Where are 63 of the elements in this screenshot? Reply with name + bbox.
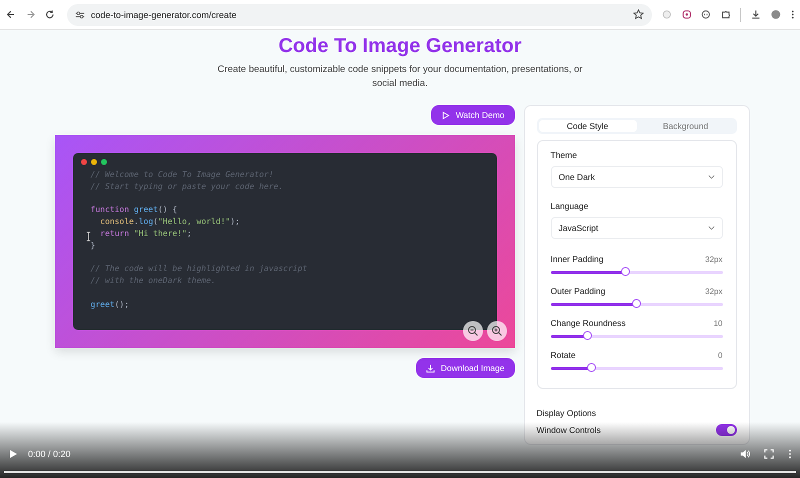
tab[interactable]: Background [636,120,734,132]
forward-icon[interactable] [26,9,36,20]
code-line: function greet() { [90,204,178,216]
volume-icon[interactable] [740,449,750,459]
code-line: // The code will be highlighted in javascript [90,263,308,276]
toggle-label: Window Controls [536,425,601,435]
slider-label: Rotate [550,350,576,360]
more-options-icon[interactable] [788,449,792,459]
bookmark-star-icon[interactable] [632,9,644,20]
slider-label: Inner Padding [550,254,604,264]
reload-icon[interactable] [45,9,55,20]
slider-value: 10 [714,319,722,328]
code-line: return "Hi there!"; [99,228,192,240]
maximize-dot [100,159,106,165]
zoom-in-button[interactable] [486,321,506,341]
watch-demo-button[interactable]: Watch Demo [430,105,514,125]
face-outline-icon[interactable] [701,9,711,20]
play-icon[interactable] [8,449,18,459]
slider-thumb[interactable] [632,299,640,308]
close-dot [80,159,86,165]
avatar-icon[interactable] [770,9,780,20]
puzzle-icon[interactable] [720,9,730,20]
slider-label: Outer Padding [550,286,606,296]
dropdown[interactable]: One Dark [550,166,722,188]
download-icon[interactable] [751,9,761,20]
toggle-switch[interactable] [716,424,736,436]
code-line: // Welcome to Code To Image Generator! [90,169,274,181]
text-cursor-icon [86,231,90,242]
menu-icon[interactable] [790,9,794,20]
minimize-dot [90,159,96,165]
slider-value: 0 [718,351,722,360]
page-title: Code To Image Generator [278,34,522,58]
page-subtitle: Create beautiful, customizable code snippets for your documentation, presentations, or social media. [216,63,584,91]
slider-thumb[interactable] [586,363,596,372]
code-line: console.log("Hello, world!"); [99,216,240,228]
section-heading: Display Options [536,408,598,418]
chevron-down-icon [708,175,714,179]
slider-label: Change Roundness [550,318,626,328]
chevron-down-icon [708,226,714,230]
address-bar[interactable]: code-to-image-generator.com/create [66,4,652,26]
slider-thumb[interactable] [583,331,592,340]
download-icon [426,364,435,372]
field-label: Language [550,201,590,211]
code-line: } [90,240,96,252]
field-label: Theme [550,150,578,160]
zoom-out-button[interactable] [462,321,482,341]
slider-value: 32px [705,255,722,264]
code-line: // with the oneDark theme. [90,275,216,287]
zoom-out-icon [466,325,478,337]
tab[interactable]: Code Style [538,120,636,132]
video-time: 0:00 / 0:20 [28,449,71,459]
zoom-in-icon [490,325,502,337]
back-icon[interactable] [6,9,16,20]
code-line: greet(); [90,298,130,311]
code-line: // Start typing or paste your code here. [90,180,284,193]
slider-value: 32px [705,287,722,296]
slider-thumb[interactable] [621,267,630,276]
play-icon [440,110,450,120]
download-image-button[interactable]: Download Image [416,358,514,378]
dropdown[interactable]: JavaScript [550,217,722,239]
site-settings-icon[interactable] [74,10,85,20]
fullscreen-icon[interactable] [764,449,774,459]
extension-icon[interactable] [682,9,692,20]
